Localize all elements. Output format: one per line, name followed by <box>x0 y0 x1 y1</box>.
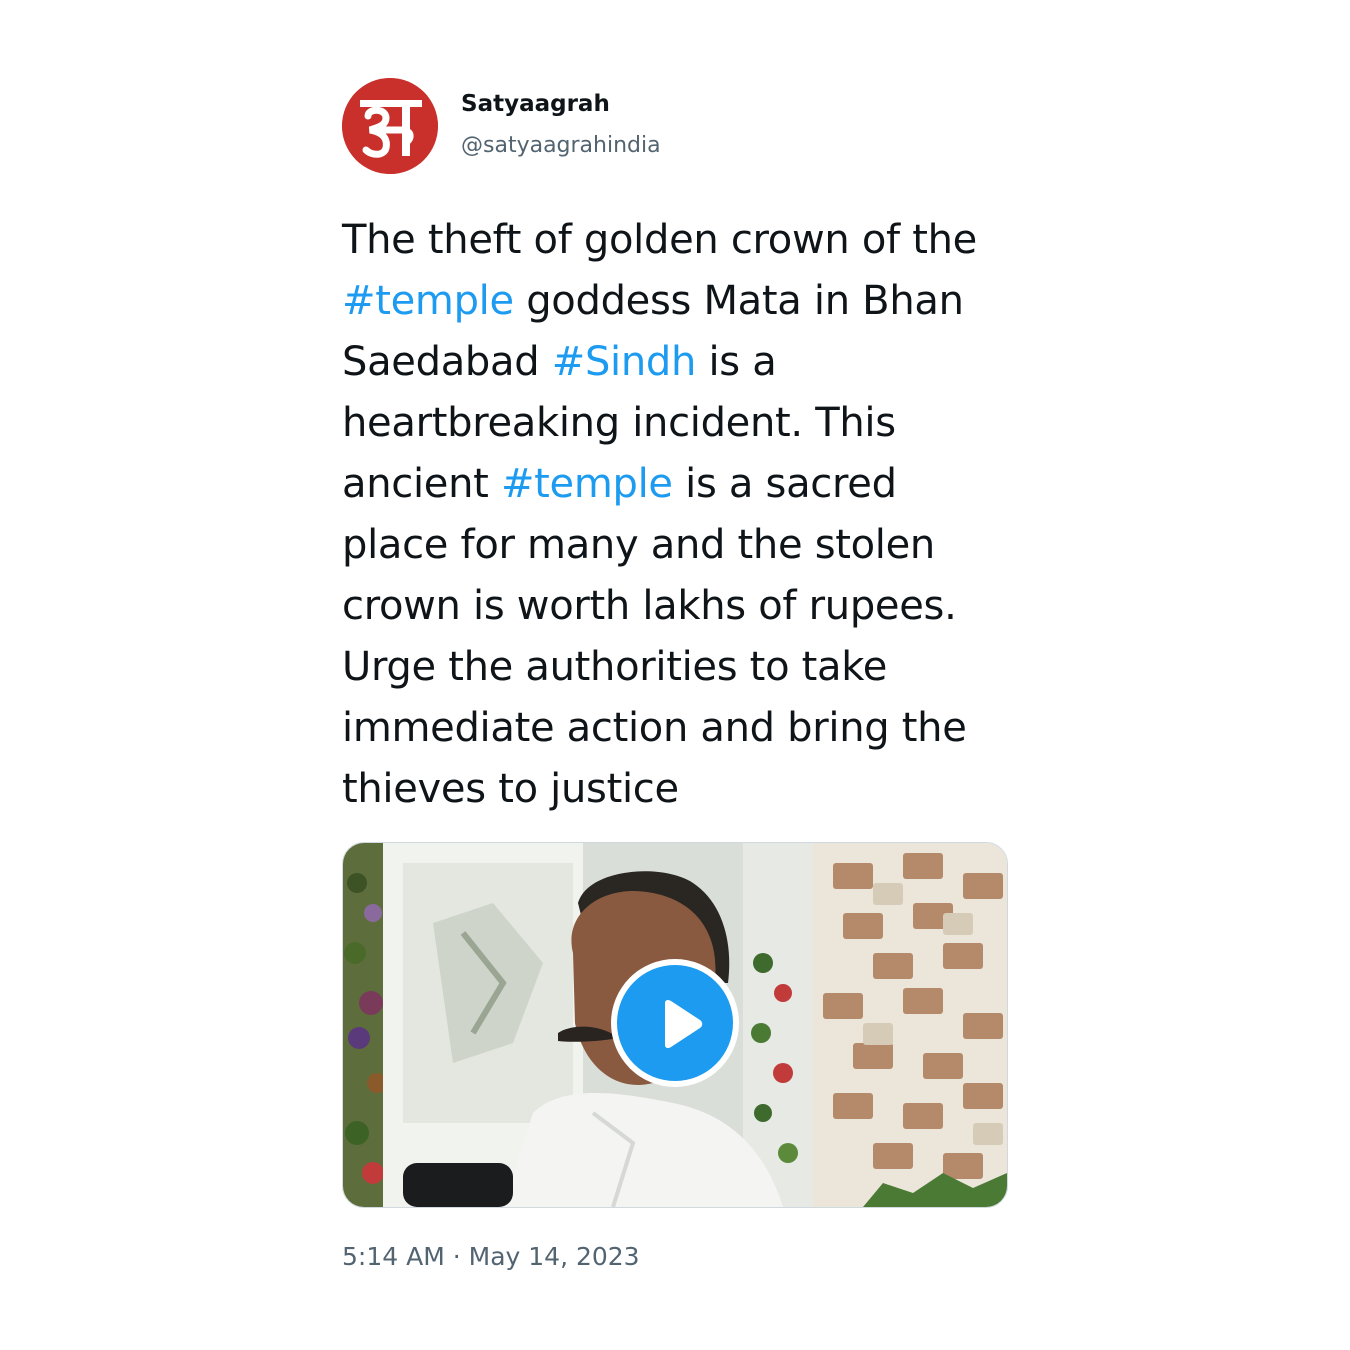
play-button[interactable] <box>611 959 739 1087</box>
hashtag-link[interactable]: #temple <box>342 278 514 324</box>
display-name[interactable]: Satyaagrah <box>461 90 661 118</box>
hashtag-link[interactable]: #temple <box>501 461 673 507</box>
author-names: Satyaagrah @satyaagrahindia <box>461 90 661 160</box>
satyaagrah-logo-icon <box>342 78 438 174</box>
user-handle[interactable]: @satyaagrahindia <box>461 132 661 160</box>
play-button-circle <box>617 965 733 1081</box>
timestamp-separator: · <box>452 1242 461 1271</box>
tweet-header: Satyaagrah @satyaagrahindia <box>342 78 1008 174</box>
tweet-time[interactable]: 5:14 AM <box>342 1242 445 1271</box>
play-icon <box>665 999 703 1049</box>
tweet-text: The theft of golden crown of the #temple… <box>342 210 1008 820</box>
video-player[interactable] <box>342 842 1008 1208</box>
tweet-timestamp: 5:14 AM · May 14, 2023 <box>342 1241 1008 1273</box>
hashtag-link[interactable]: #Sindh <box>552 339 697 385</box>
tweet-text-segment: The theft of golden crown of the <box>342 217 977 263</box>
avatar[interactable] <box>342 78 438 174</box>
tweet-date[interactable]: May 14, 2023 <box>469 1242 640 1271</box>
tweet-text-segment: is a sacred place for many and the stole… <box>342 461 967 812</box>
tweet-card: Satyaagrah @satyaagrahindia The theft of… <box>342 78 1008 1273</box>
